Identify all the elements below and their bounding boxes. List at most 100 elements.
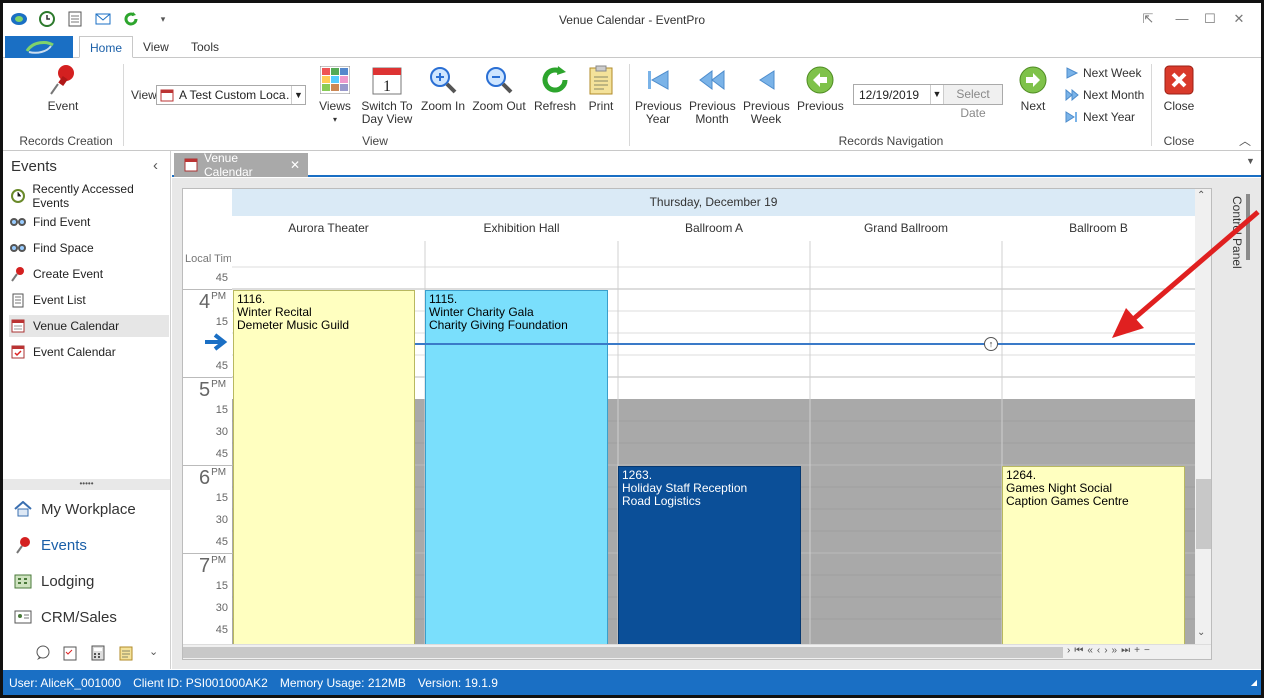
- prev-year-line1: Previous: [635, 99, 682, 113]
- nav-create-event[interactable]: Create Event: [9, 263, 169, 285]
- workspace-my-workplace[interactable]: My Workplace: [13, 496, 136, 522]
- zoom-out-button[interactable]: Zoom Out: [471, 64, 527, 113]
- close-tab-icon[interactable]: ✕: [290, 158, 300, 172]
- event-button[interactable]: Event: [41, 64, 85, 113]
- scroll-up-circle-icon[interactable]: ↑: [984, 337, 998, 351]
- time-label: 15: [215, 492, 228, 504]
- select-date-button[interactable]: Select Date: [944, 85, 1002, 120]
- switch-to-day-view-button[interactable]: 1 Switch To Day View: [360, 64, 414, 126]
- print-button[interactable]: Print: [583, 64, 619, 113]
- nav-item-label: Venue Calendar: [33, 319, 120, 333]
- close-x-icon: [1163, 64, 1195, 96]
- left-navigation-panel: Events ‹ Recently Accessed Events Find E…: [3, 151, 171, 669]
- collapse-ribbon-icon[interactable]: ︿: [1239, 132, 1251, 149]
- nav-event-calendar[interactable]: Event Calendar: [9, 341, 169, 363]
- time-grid[interactable]: 1116. Winter Recital Demeter Music Guild…: [232, 241, 1195, 645]
- group-separator: [123, 64, 124, 146]
- next-month-button[interactable]: Next Month: [1065, 88, 1144, 102]
- nav-venue-calendar[interactable]: Venue Calendar: [9, 315, 169, 337]
- previous-button[interactable]: Previous: [797, 64, 844, 113]
- switch-day-label-line1: Switch To: [361, 99, 413, 113]
- checklist-icon[interactable]: [63, 645, 79, 661]
- scroll-up-icon[interactable]: ⌃: [1197, 190, 1205, 201]
- close-window-button[interactable]: ✕: [1228, 9, 1250, 29]
- resource-header-aurora-theater[interactable]: Aurora Theater: [232, 216, 425, 241]
- next-button[interactable]: Next: [1013, 64, 1053, 113]
- next-year-label: Next Year: [1083, 110, 1136, 124]
- event-block-1264[interactable]: 1264. Games Night Social Caption Games C…: [1002, 466, 1185, 645]
- tab-view[interactable]: View: [133, 36, 179, 58]
- current-time-arrow-icon: [203, 332, 231, 352]
- previous-week-button[interactable]: Previous Week: [743, 64, 790, 126]
- nav-item-label: Event List: [33, 293, 86, 307]
- tab-venue-calendar[interactable]: Venue Calendar ✕: [174, 151, 308, 179]
- nav-find-event[interactable]: Find Event: [9, 211, 169, 233]
- view-select[interactable]: A Test Custom Loca… ▼: [156, 85, 306, 105]
- workspace-label: Events: [41, 536, 87, 554]
- vertical-scroll-thumb[interactable]: [1196, 479, 1211, 549]
- close-label: Close: [1163, 99, 1195, 113]
- collapse-panel-icon[interactable]: ‹: [153, 157, 158, 174]
- calendar-small-icon: [160, 88, 176, 102]
- calculator-icon[interactable]: [91, 645, 107, 661]
- view-select-value: A Test Custom Loca…: [179, 88, 291, 102]
- previous-label: Previous: [797, 99, 844, 113]
- views-button-label: Views: [319, 99, 351, 113]
- nav-find-space[interactable]: Find Space: [9, 237, 169, 259]
- minimize-button[interactable]: —: [1171, 9, 1193, 29]
- tab-tools[interactable]: Tools: [181, 36, 229, 58]
- workspace-menu-chevron-icon[interactable]: ⌄: [149, 645, 158, 658]
- scroll-down-icon[interactable]: ⌄: [1197, 627, 1205, 638]
- prev-year-line2: Year: [645, 112, 671, 126]
- resize-grip-icon[interactable]: ◢: [1251, 678, 1257, 687]
- maximize-button[interactable]: ☐: [1199, 9, 1221, 29]
- venue-calendar-grid[interactable]: Local Time 45 4PM 15 45 5PM 15 30 45 6PM…: [182, 188, 1212, 660]
- group-separator: [629, 64, 630, 146]
- chat-bubble-icon[interactable]: [35, 645, 51, 661]
- double-forward-icon: [1065, 89, 1079, 101]
- date-picker[interactable]: 12/19/2019 ▼ Select Date: [853, 84, 1003, 120]
- horizontal-scrollbar[interactable]: ›⏮«‹›»⏭+−: [183, 644, 1211, 659]
- chevron-down-icon[interactable]: ▼: [291, 86, 305, 104]
- day-calendar-icon: 1: [371, 64, 403, 96]
- resource-header-exhibition-hall[interactable]: Exhibition Hall: [425, 216, 618, 241]
- next-year-button[interactable]: Next Year: [1065, 110, 1135, 124]
- date-dropdown-icon[interactable]: ▼: [930, 85, 944, 104]
- nav-event-list[interactable]: Event List: [9, 289, 169, 311]
- event-block-1263[interactable]: 1263. Holiday Staff Reception Road Logis…: [618, 466, 801, 645]
- resource-header-grand-ballroom[interactable]: Grand Ballroom: [810, 216, 1002, 241]
- building-icon: [13, 571, 33, 591]
- pushpin-icon: [9, 266, 27, 282]
- workspace-crm-sales[interactable]: CRM/Sales: [13, 604, 117, 630]
- venue-calendar-icon: [9, 318, 27, 334]
- tab-list-dropdown-icon[interactable]: ▼: [1246, 156, 1255, 166]
- workspace-events[interactable]: Events: [13, 532, 87, 558]
- views-button[interactable]: Views ▾: [315, 64, 355, 126]
- zoom-in-button[interactable]: Zoom In: [419, 64, 467, 113]
- close-button[interactable]: Close: [1159, 64, 1199, 113]
- record-navigator-icons[interactable]: ›⏮«‹›»⏭+−: [1067, 645, 1154, 656]
- venue-calendar-icon: [184, 158, 200, 172]
- time-label: 30: [215, 426, 228, 438]
- previous-year-button[interactable]: Previous Year: [635, 64, 682, 126]
- time-label: 45: [215, 624, 228, 636]
- horizontal-scroll-thumb[interactable]: [183, 647, 1063, 658]
- previous-month-button[interactable]: Previous Month: [689, 64, 736, 126]
- clock-icon: [9, 188, 26, 204]
- restore-ribbon-icon[interactable]: ⇱: [1137, 9, 1159, 29]
- nav-recently-accessed-events[interactable]: Recently Accessed Events: [9, 182, 169, 210]
- event-calendar-icon: [9, 344, 27, 360]
- time-label: 15: [215, 580, 228, 592]
- workspace-lodging[interactable]: Lodging: [13, 568, 94, 594]
- event-block-1116[interactable]: 1116. Winter Recital Demeter Music Guild: [233, 290, 415, 645]
- tab-home[interactable]: Home: [79, 36, 134, 58]
- next-week-button[interactable]: Next Week: [1065, 66, 1141, 80]
- refresh-button[interactable]: Refresh: [531, 64, 579, 113]
- annotation-arrow-icon: [1112, 210, 1260, 338]
- notes-clipboard-icon[interactable]: [119, 645, 135, 661]
- resource-header-ballroom-a[interactable]: Ballroom A: [618, 216, 810, 241]
- workspace-label: Lodging: [41, 572, 95, 590]
- panel-splitter[interactable]: •••••: [3, 479, 170, 490]
- nav-item-label: Create Event: [33, 267, 104, 281]
- application-menu-button[interactable]: [5, 36, 73, 58]
